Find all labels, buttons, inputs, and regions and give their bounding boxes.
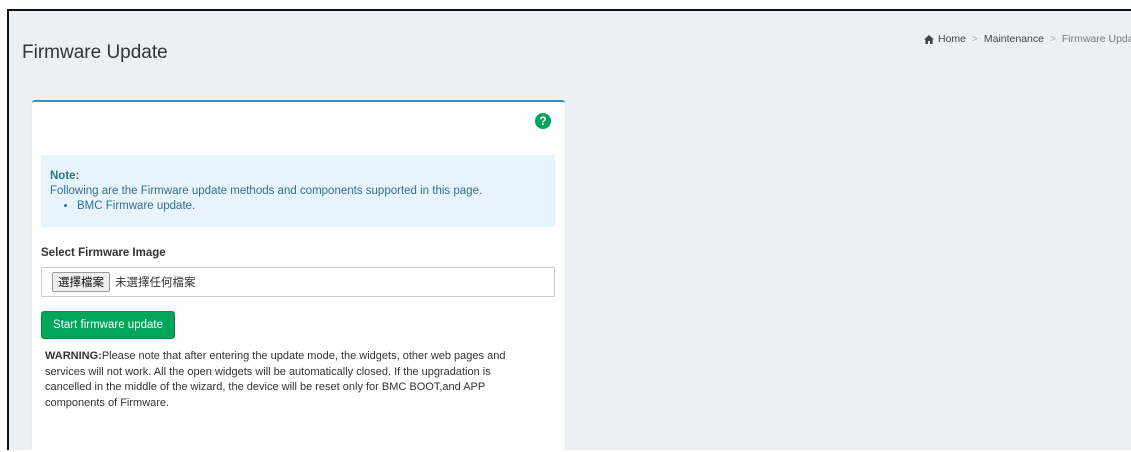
page-title: Firmware Update	[22, 42, 168, 63]
breadcrumb-maintenance-link[interactable]: Maintenance	[984, 33, 1044, 45]
firmware-update-panel: ? Note: Following are the Firmware updat…	[32, 100, 565, 452]
note-text: Following are the Firmware update method…	[50, 185, 483, 197]
start-firmware-update-button[interactable]: Start firmware update	[41, 311, 175, 339]
breadcrumb-separator: >	[1049, 33, 1056, 45]
breadcrumb-home-link[interactable]: Home	[938, 33, 966, 45]
home-icon	[924, 34, 934, 44]
breadcrumb: Home > Maintenance > Firmware Update	[924, 33, 1131, 45]
choose-file-button[interactable]: 選擇檔案	[52, 272, 110, 292]
breadcrumb-separator: >	[972, 33, 978, 45]
note-callout: Note: Following are the Firmware update …	[41, 155, 555, 227]
list-item: BMC Firmware update.	[77, 199, 546, 214]
select-firmware-label: Select Firmware Image	[41, 247, 166, 259]
file-status-text: 未選擇任何檔案	[115, 275, 196, 289]
warning-message: Please note that after entering the upda…	[45, 350, 506, 409]
warning-text: WARNING:Please note that after entering …	[45, 349, 535, 411]
firmware-file-input[interactable]: 選擇檔案 未選擇任何檔案	[41, 267, 555, 297]
help-icon[interactable]: ?	[535, 113, 551, 129]
warning-prefix: WARNING:	[45, 350, 102, 362]
supported-methods-list: BMC Firmware update.	[50, 199, 546, 214]
note-title: Note:	[50, 170, 80, 182]
content-frame: Firmware Update Home > Maintenance > Fir…	[7, 9, 1131, 452]
breadcrumb-current: Firmware Update	[1061, 33, 1131, 45]
